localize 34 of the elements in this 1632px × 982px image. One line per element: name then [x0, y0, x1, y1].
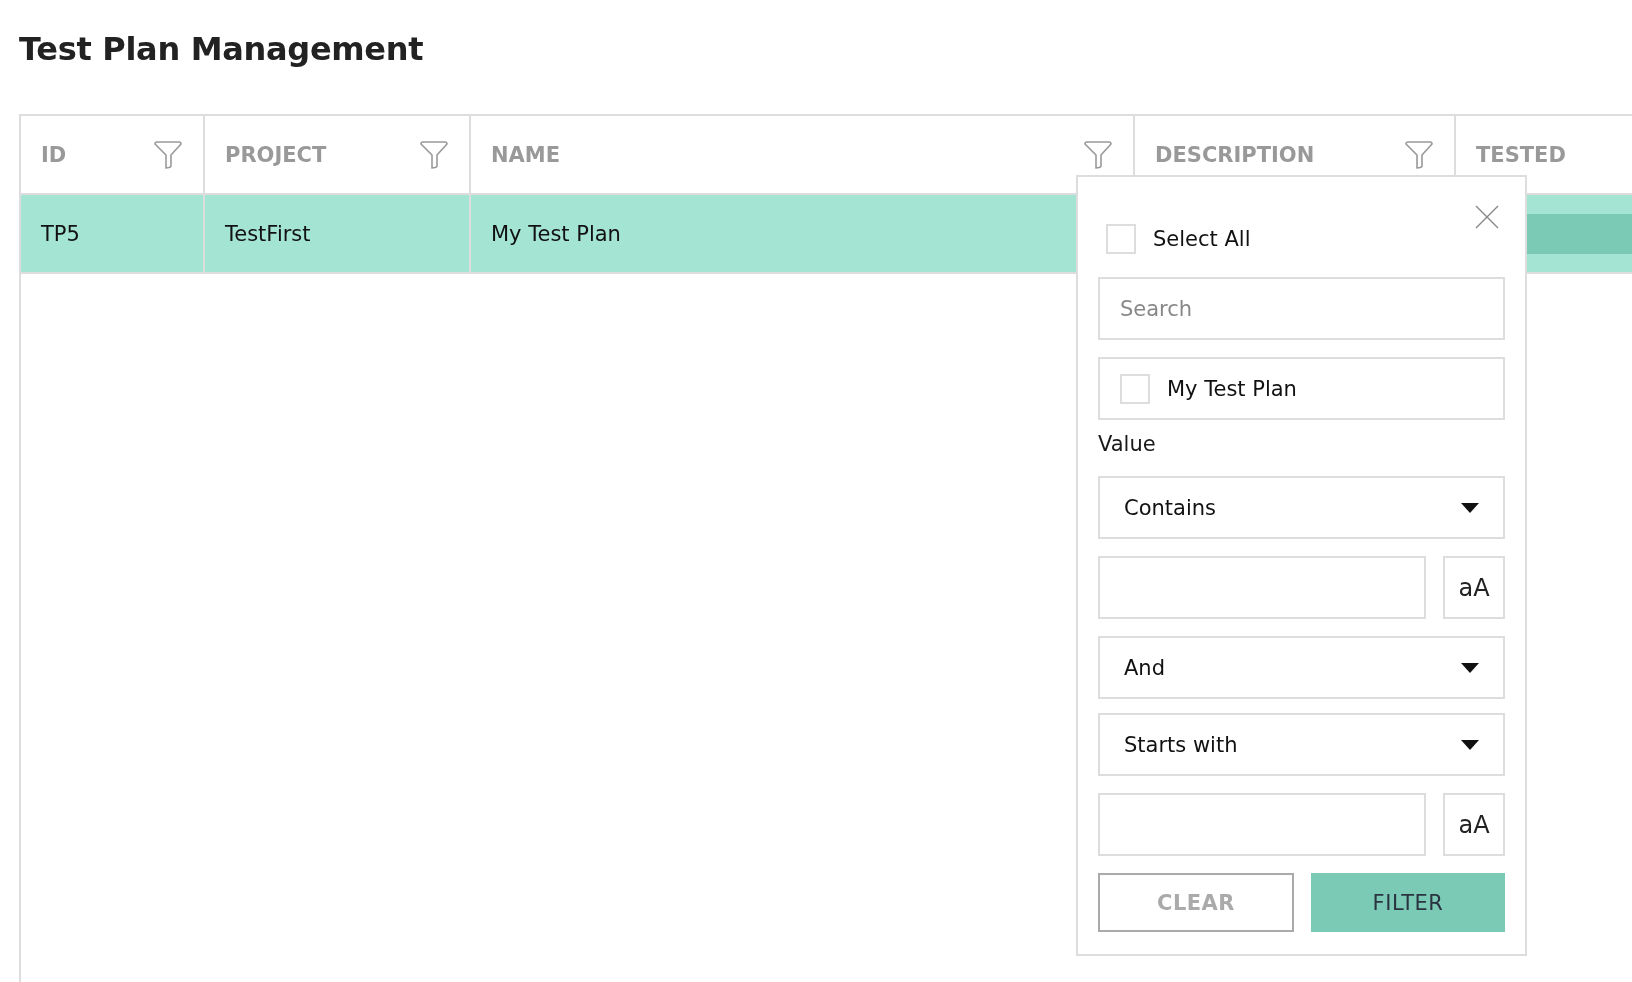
column-label: NAME: [491, 142, 561, 167]
close-icon[interactable]: [1475, 205, 1499, 229]
table-cell: TestFirst: [205, 195, 471, 272]
condition-dropdown[interactable]: Starts with: [1098, 713, 1505, 776]
value-heading: Value: [1098, 432, 1157, 458]
filter-icon[interactable]: [1404, 139, 1434, 170]
filter-icon[interactable]: [153, 139, 183, 170]
match-case-button[interactable]: aA: [1443, 793, 1505, 856]
filter-button[interactable]: FILTER: [1311, 873, 1505, 932]
match-case-button[interactable]: aA: [1443, 556, 1505, 619]
filter-icon[interactable]: [419, 139, 449, 170]
column-label: DESCRIPTION: [1155, 142, 1315, 167]
caret-icon: [1461, 662, 1479, 673]
dropdown-value: Starts with: [1124, 732, 1238, 757]
page-title: Test Plan Management: [18, 29, 425, 70]
checkbox[interactable]: [1120, 373, 1150, 404]
caret-icon: [1461, 739, 1479, 750]
select-all-label: Select All: [1153, 227, 1251, 251]
filter-icon[interactable]: [1083, 139, 1113, 170]
value-label: My Test Plan: [1167, 376, 1297, 401]
text-input[interactable]: [1098, 556, 1426, 619]
column-label: TESTED: [1476, 142, 1566, 167]
caret-icon: [1461, 502, 1479, 513]
dropdown-value: And: [1124, 655, 1165, 680]
column-label: PROJECT: [225, 142, 327, 167]
condition-dropdown[interactable]: And: [1098, 636, 1505, 699]
column-label: ID: [41, 142, 67, 167]
value-option[interactable]: My Test Plan: [1098, 357, 1505, 420]
text-input[interactable]: [1098, 793, 1426, 856]
checkbox[interactable]: [1106, 224, 1136, 254]
search-field[interactable]: Search: [1098, 277, 1505, 340]
table-cell: TP5: [21, 195, 205, 272]
condition-dropdown[interactable]: Contains: [1098, 476, 1505, 539]
dropdown-value: Contains: [1124, 495, 1216, 520]
